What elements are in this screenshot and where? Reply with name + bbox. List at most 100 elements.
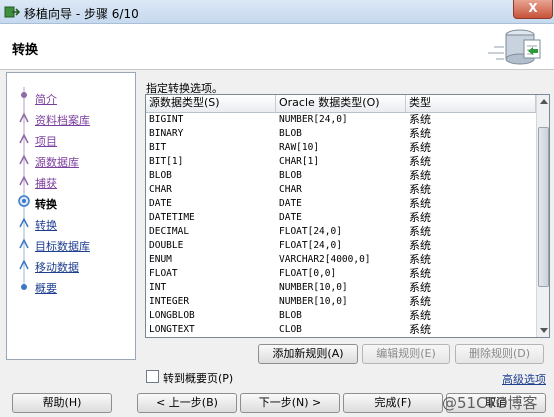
cell-source-type: INT xyxy=(149,282,167,293)
delete-rule-button[interactable]: 删除规则(D) xyxy=(455,344,544,364)
summary-page-checkbox-label[interactable]: 转到概要页(P) xyxy=(163,370,233,386)
pushpin-step-icon xyxy=(19,150,29,171)
database-migration-icon xyxy=(488,29,541,65)
cell-oracle-type: BLOB xyxy=(279,170,302,181)
nav-step-label: 捕获 xyxy=(35,177,57,190)
summary-page-checkbox[interactable] xyxy=(146,370,159,383)
nav-step-summary[interactable]: 概要 xyxy=(7,276,135,297)
next-button[interactable]: 下一步(N) > xyxy=(240,393,340,413)
cell-type: 系统 xyxy=(409,267,431,280)
table-row[interactable]: CHAR CHAR 系统 xyxy=(146,183,536,197)
blue-step-icon xyxy=(19,255,29,276)
add-rule-button[interactable]: 添加新规则(A) xyxy=(258,344,358,364)
table-row[interactable]: BIGINT NUMBER[24,0] 系统 xyxy=(146,113,536,127)
type-mapping-table: 源数据类型(S) Oracle 数据类型(O) 类型 BIGINT NUMBER[… xyxy=(145,94,550,338)
cell-type: 系统 xyxy=(409,211,431,224)
cell-oracle-type: DATE xyxy=(279,212,302,223)
nav-step-label: 简介 xyxy=(35,93,57,106)
wizard-step-nav: 简介 资料档案库 项目 源数据库 捕获 转换 转换 目标数据库 移动数据 概要 xyxy=(6,72,136,360)
column-header-source-type[interactable]: 源数据类型(S) xyxy=(146,95,276,112)
table-vertical-scrollbar[interactable] xyxy=(536,95,549,337)
table-row[interactable]: BIT[1] CHAR[1] 系统 xyxy=(146,155,536,169)
table-row[interactable]: BINARY BLOB 系统 xyxy=(146,127,536,141)
table-row[interactable]: INTEGER NUMBER[10,0] 系统 xyxy=(146,295,536,309)
cell-source-type: CHAR xyxy=(149,184,172,195)
nav-step-translate[interactable]: 转换 xyxy=(7,213,135,234)
cell-oracle-type: BLOB xyxy=(279,310,302,321)
nav-step-capture[interactable]: 捕获 xyxy=(7,171,135,192)
table-row[interactable]: DATE DATE 系统 xyxy=(146,197,536,211)
scroll-up-arrow-icon[interactable] xyxy=(540,99,548,104)
cell-type: 系统 xyxy=(409,309,431,322)
back-button[interactable]: < 上一步(B) xyxy=(137,393,237,413)
edit-rule-button[interactable]: 编辑规则(E) xyxy=(362,344,450,364)
cell-type: 系统 xyxy=(409,197,431,210)
wizard-header: 转换 xyxy=(0,24,554,70)
table-row[interactable]: LONGTEXT CLOB 系统 xyxy=(146,323,536,337)
cell-type: 系统 xyxy=(409,295,431,308)
table-row[interactable]: INT NUMBER[10,0] 系统 xyxy=(146,281,536,295)
cell-oracle-type: NUMBER[10,0] xyxy=(279,296,348,307)
cell-type: 系统 xyxy=(409,127,431,140)
help-button[interactable]: 帮助(H) xyxy=(12,393,112,413)
table-row[interactable]: DOUBLE FLOAT[24,0] 系统 xyxy=(146,239,536,253)
nav-step-repository[interactable]: 资料档案库 xyxy=(7,108,135,129)
table-row[interactable]: LONGBLOB BLOB 系统 xyxy=(146,309,536,323)
table-row[interactable]: BLOB BLOB 系统 xyxy=(146,169,536,183)
nav-step-label: 转换 xyxy=(35,219,57,232)
scrollbar-thumb[interactable] xyxy=(538,127,549,287)
cell-oracle-type: CHAR xyxy=(279,184,302,195)
migration-wizard-app-icon xyxy=(4,6,20,18)
nav-step-label: 资料档案库 xyxy=(35,114,90,127)
pushpin-step-icon xyxy=(19,129,29,150)
blue-step-icon xyxy=(19,234,29,255)
cell-type: 系统 xyxy=(409,239,431,252)
table-row[interactable]: BIT RAW[10] 系统 xyxy=(146,141,536,155)
nav-step-label: 概要 xyxy=(35,282,57,295)
column-header-oracle-type[interactable]: Oracle 数据类型(O) xyxy=(276,95,406,112)
window-title: 移植向导 - 步骤 6/10 xyxy=(24,7,139,21)
cell-oracle-type: FLOAT[24,0] xyxy=(279,226,342,237)
nav-step-label: 转换 xyxy=(35,198,57,211)
nav-step-label: 源数据库 xyxy=(35,156,79,169)
cell-source-type: DOUBLE xyxy=(149,240,184,251)
cell-source-type: DATETIME xyxy=(149,212,195,223)
cell-oracle-type: RAW[10] xyxy=(279,142,320,153)
cell-oracle-type: VARCHAR2[4000,0] xyxy=(279,254,371,265)
cell-oracle-type: NUMBER[10,0] xyxy=(279,282,348,293)
cell-source-type: FLOAT xyxy=(149,268,178,279)
scroll-down-arrow-icon[interactable] xyxy=(540,328,548,333)
cell-oracle-type: BLOB xyxy=(279,128,302,139)
table-header: 源数据类型(S) Oracle 数据类型(O) 类型 xyxy=(146,95,536,113)
cell-source-type: BINARY xyxy=(149,128,184,139)
finish-button[interactable]: 完成(F) xyxy=(343,393,443,413)
nav-step-intro[interactable]: 简介 xyxy=(7,87,135,108)
cell-oracle-type: FLOAT[24,0] xyxy=(279,240,342,251)
watermark-text: @51CTO博客 xyxy=(442,394,538,412)
close-button[interactable]: X xyxy=(513,0,553,19)
cell-source-type: BIGINT xyxy=(149,114,184,125)
cell-source-type: BIT[1] xyxy=(149,156,184,167)
nav-step-label: 目标数据库 xyxy=(35,240,90,253)
nav-step-project[interactable]: 项目 xyxy=(7,129,135,150)
table-row[interactable]: ENUM VARCHAR2[4000,0] 系统 xyxy=(146,253,536,267)
table-row[interactable]: DECIMAL FLOAT[24,0] 系统 xyxy=(146,225,536,239)
nav-step-label: 项目 xyxy=(35,135,57,148)
advanced-options-link[interactable]: 高级选项 xyxy=(502,371,546,387)
cell-type: 系统 xyxy=(409,323,431,336)
nav-step-move-data[interactable]: 移动数据 xyxy=(7,255,135,276)
cell-source-type: BLOB xyxy=(149,170,172,181)
table-row[interactable]: DATETIME DATE 系统 xyxy=(146,211,536,225)
cell-type: 系统 xyxy=(409,183,431,196)
blue-step-icon xyxy=(19,213,29,234)
cell-type: 系统 xyxy=(409,225,431,238)
nav-step-convert-current[interactable]: 转换 xyxy=(7,192,135,213)
column-header-type[interactable]: 类型 xyxy=(406,95,536,112)
cell-source-type: ENUM xyxy=(149,254,172,265)
cell-source-type: BIT xyxy=(149,142,167,153)
table-row[interactable]: FLOAT FLOAT[0,0] 系统 xyxy=(146,267,536,281)
cell-source-type: LONGBLOB xyxy=(149,310,195,321)
nav-step-source-db[interactable]: 源数据库 xyxy=(7,150,135,171)
cell-oracle-type: DATE xyxy=(279,198,302,209)
nav-step-target-db[interactable]: 目标数据库 xyxy=(7,234,135,255)
